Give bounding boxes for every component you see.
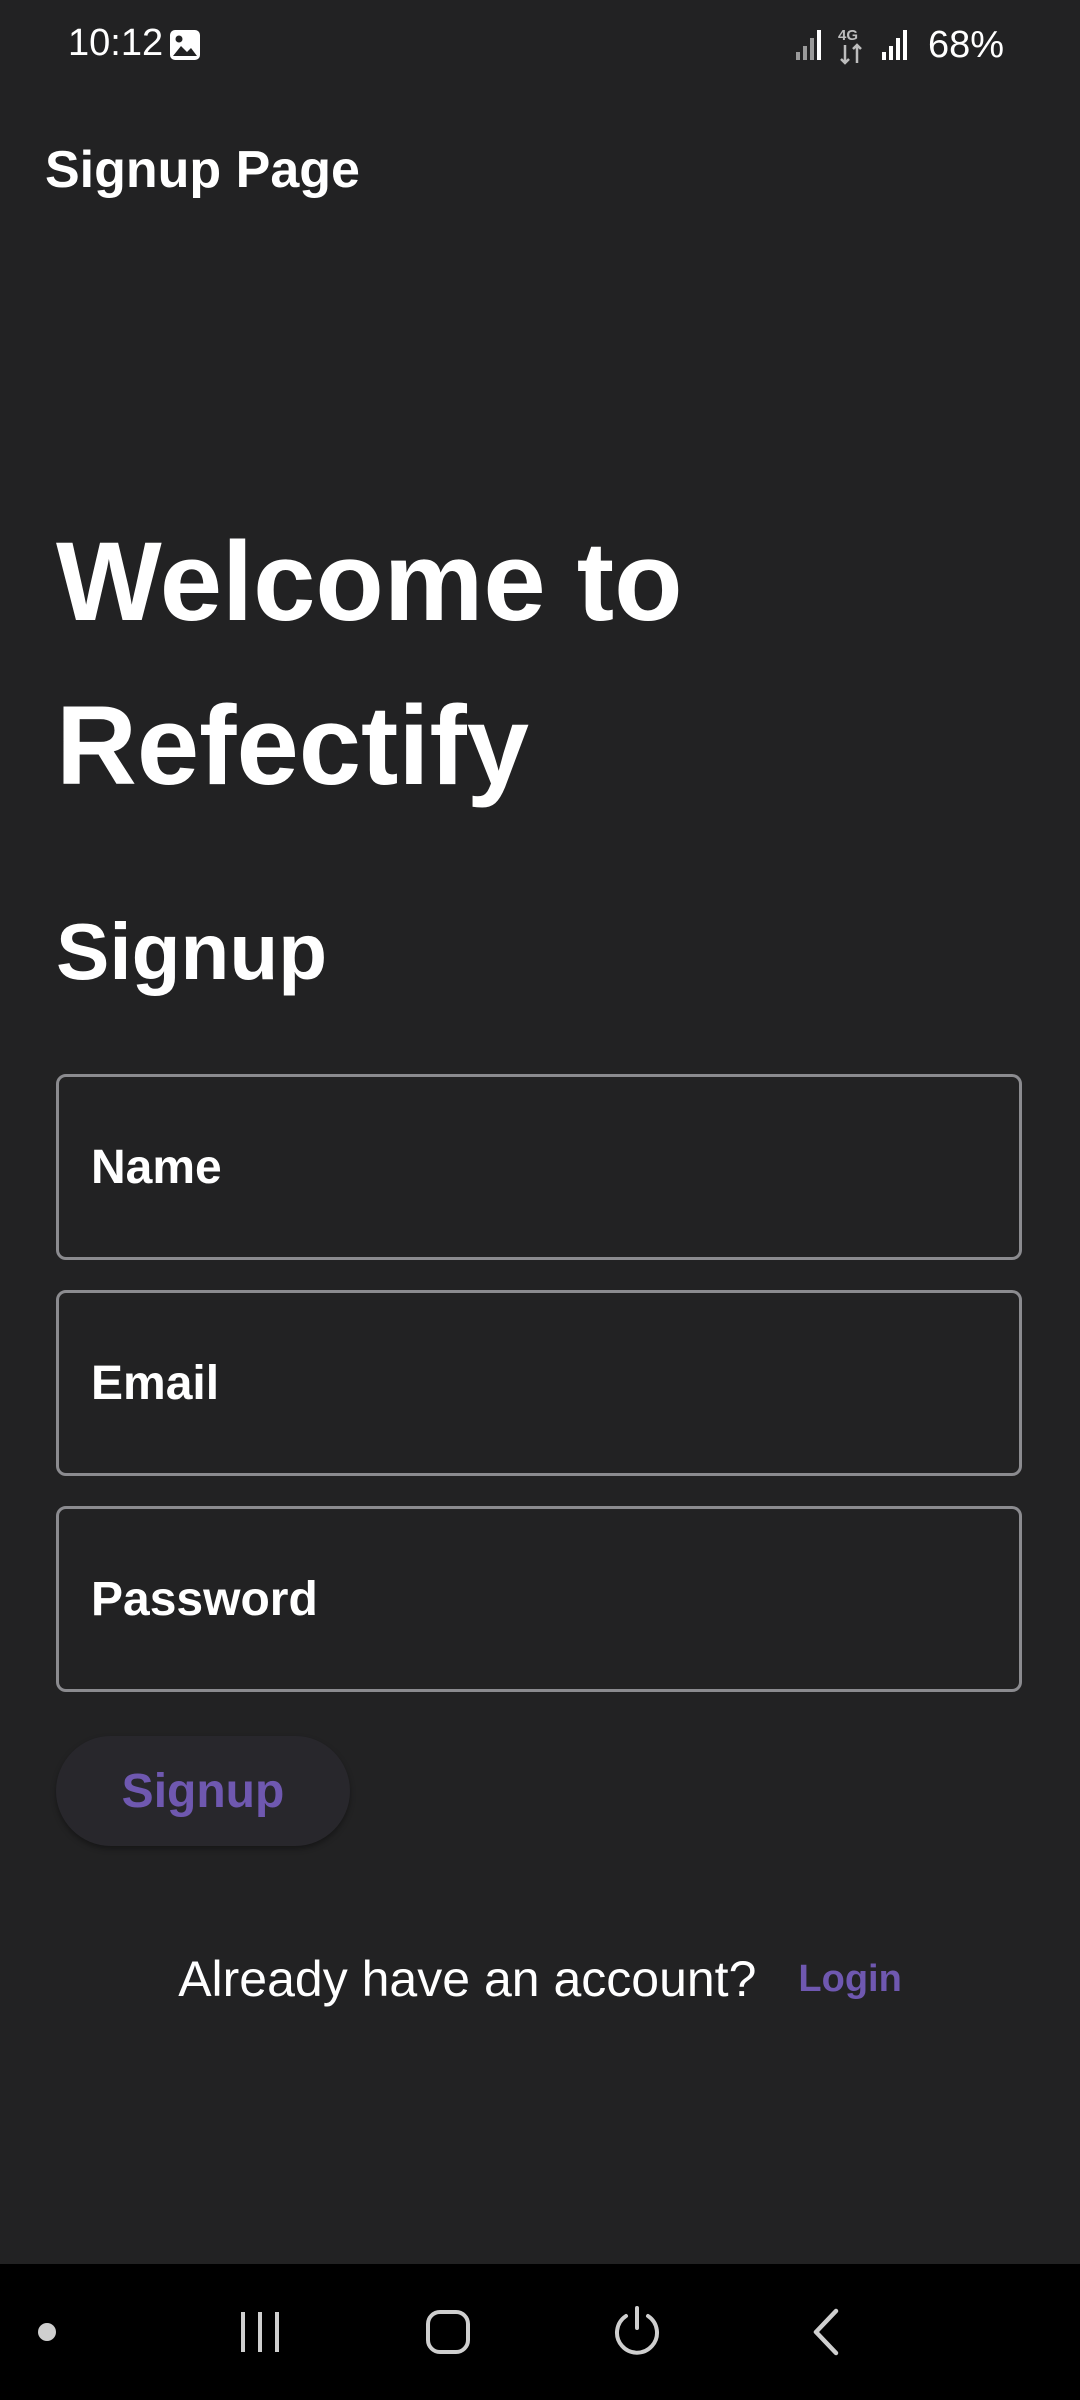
- password-input[interactable]: [59, 1509, 1019, 1689]
- app-bar-title: Signup Page: [45, 141, 360, 199]
- email-input[interactable]: [59, 1293, 1019, 1473]
- network-label: 4G: [838, 27, 858, 44]
- account-prompt-text: Already have an account?: [178, 1951, 757, 2007]
- navigation-bar: [0, 2264, 1080, 2400]
- login-link[interactable]: Login: [798, 1958, 901, 2001]
- name-input[interactable]: [59, 1077, 1019, 1257]
- status-bar: 10:12 4G 68%: [0, 0, 1080, 92]
- login-prompt-row: Already have an account? Login: [0, 1950, 1080, 2008]
- status-time: 10:12: [68, 22, 164, 64]
- status-indicators: 4G 68%: [794, 20, 1004, 70]
- name-field: [56, 1074, 1022, 1260]
- signal-icon: [881, 30, 907, 60]
- back-icon[interactable]: [776, 2264, 876, 2400]
- battery-level: 68%: [927, 23, 1004, 66]
- power-icon[interactable]: [587, 2264, 687, 2400]
- signup-heading: Signup: [56, 907, 328, 996]
- dot-icon[interactable]: [22, 2264, 72, 2400]
- email-field: [56, 1290, 1022, 1476]
- home-icon[interactable]: [398, 2264, 498, 2400]
- gallery-icon: [170, 30, 200, 60]
- signup-button[interactable]: Signup: [56, 1736, 350, 1846]
- recents-icon[interactable]: [210, 2264, 310, 2400]
- welcome-title: Welcome to Refectify: [56, 519, 683, 808]
- signal-icon: [795, 30, 821, 60]
- signup-screen: 10:12 4G 68% Signup Page Welcome to Refe…: [0, 0, 1080, 2400]
- network-4g-icon: 4G: [838, 27, 862, 65]
- password-field: [56, 1506, 1022, 1692]
